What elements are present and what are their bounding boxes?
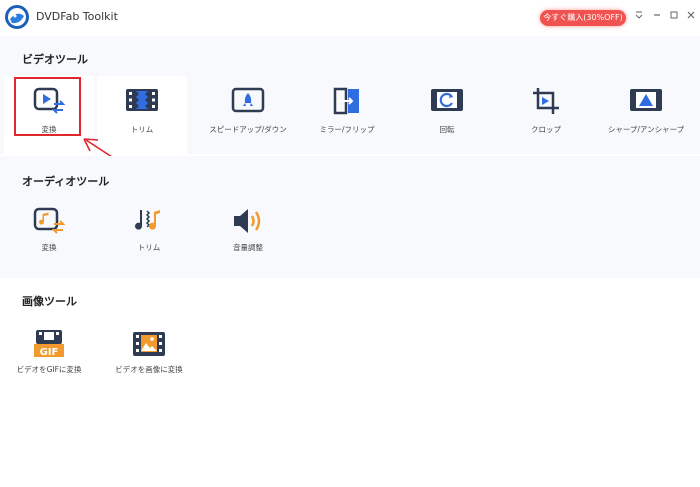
tool-label: トリム — [130, 125, 154, 134]
speed-rocket-icon — [231, 87, 265, 113]
rotate-tool[interactable]: 回転 — [402, 76, 492, 156]
mirror-flip-tool[interactable]: ミラー/フリップ — [302, 76, 392, 156]
mirror-flip-icon — [333, 87, 359, 115]
maximize-icon[interactable] — [667, 10, 681, 24]
tool-label: トリム — [137, 243, 161, 252]
audio-trim-tool[interactable]: トリム — [104, 198, 194, 278]
tool-label: 変換 — [41, 243, 57, 252]
tool-label: ミラー/フリップ — [319, 125, 375, 134]
video-tools-title: ビデオツール — [22, 53, 88, 66]
audio-tools-section: オーディオツール 変換 トリム 音量調整 — [0, 156, 700, 278]
video-to-image-tool[interactable]: ビデオを画像に変換 — [104, 322, 194, 402]
audio-tools-title: オーディオツール — [22, 175, 110, 188]
gif-badge: GIF — [40, 347, 59, 358]
tool-label: スピードアップ/ダウン — [209, 125, 287, 134]
gif-icon: GIF — [34, 330, 64, 358]
sharpen-icon — [630, 89, 662, 111]
tool-label: ビデオを画像に変換 — [115, 365, 183, 374]
audio-convert-tool[interactable]: 変換 — [4, 198, 94, 278]
tool-label: ビデオをGIFに変換 — [16, 365, 82, 374]
volume-icon — [234, 209, 261, 233]
image-tools-title: 画像ツール — [22, 295, 77, 308]
video-to-gif-tool[interactable]: GIF ビデオをGIFに変換 — [4, 322, 94, 402]
sharpen-tool[interactable]: シャープ/アンシャープ — [601, 76, 691, 156]
volume-tool[interactable]: 音量調整 — [203, 198, 293, 278]
highlight-box — [14, 77, 81, 136]
tool-label: シャープ/アンシャープ — [607, 125, 685, 134]
audio-trim-icon — [135, 210, 160, 230]
image-tools-section: 画像ツール GIF ビデオをGIFに変換 ビデオを画像に変換 — [0, 278, 700, 487]
title-bar: DVDFab Toolkit 今すぐ購入(30%OFF) — [0, 0, 700, 36]
buy-now-button[interactable]: 今すぐ購入(30%OFF) — [540, 10, 626, 26]
rotate-icon — [431, 89, 463, 111]
minimize-icon[interactable] — [650, 10, 664, 24]
close-icon[interactable] — [684, 10, 698, 24]
dvdfab-logo-icon — [5, 5, 29, 29]
app-title: DVDFab Toolkit — [36, 10, 118, 23]
speed-tool[interactable]: スピードアップ/ダウン — [203, 76, 293, 156]
audio-convert-icon — [33, 207, 66, 234]
crop-tool[interactable]: クロップ — [501, 76, 591, 156]
crop-icon — [533, 88, 559, 114]
menu-chevron-icon[interactable] — [632, 10, 646, 24]
image-icon — [133, 332, 165, 356]
tool-label: クロップ — [531, 125, 561, 134]
tool-label: 音量調整 — [233, 243, 263, 252]
film-trim-icon — [126, 89, 158, 111]
tool-label: 回転 — [439, 125, 455, 134]
